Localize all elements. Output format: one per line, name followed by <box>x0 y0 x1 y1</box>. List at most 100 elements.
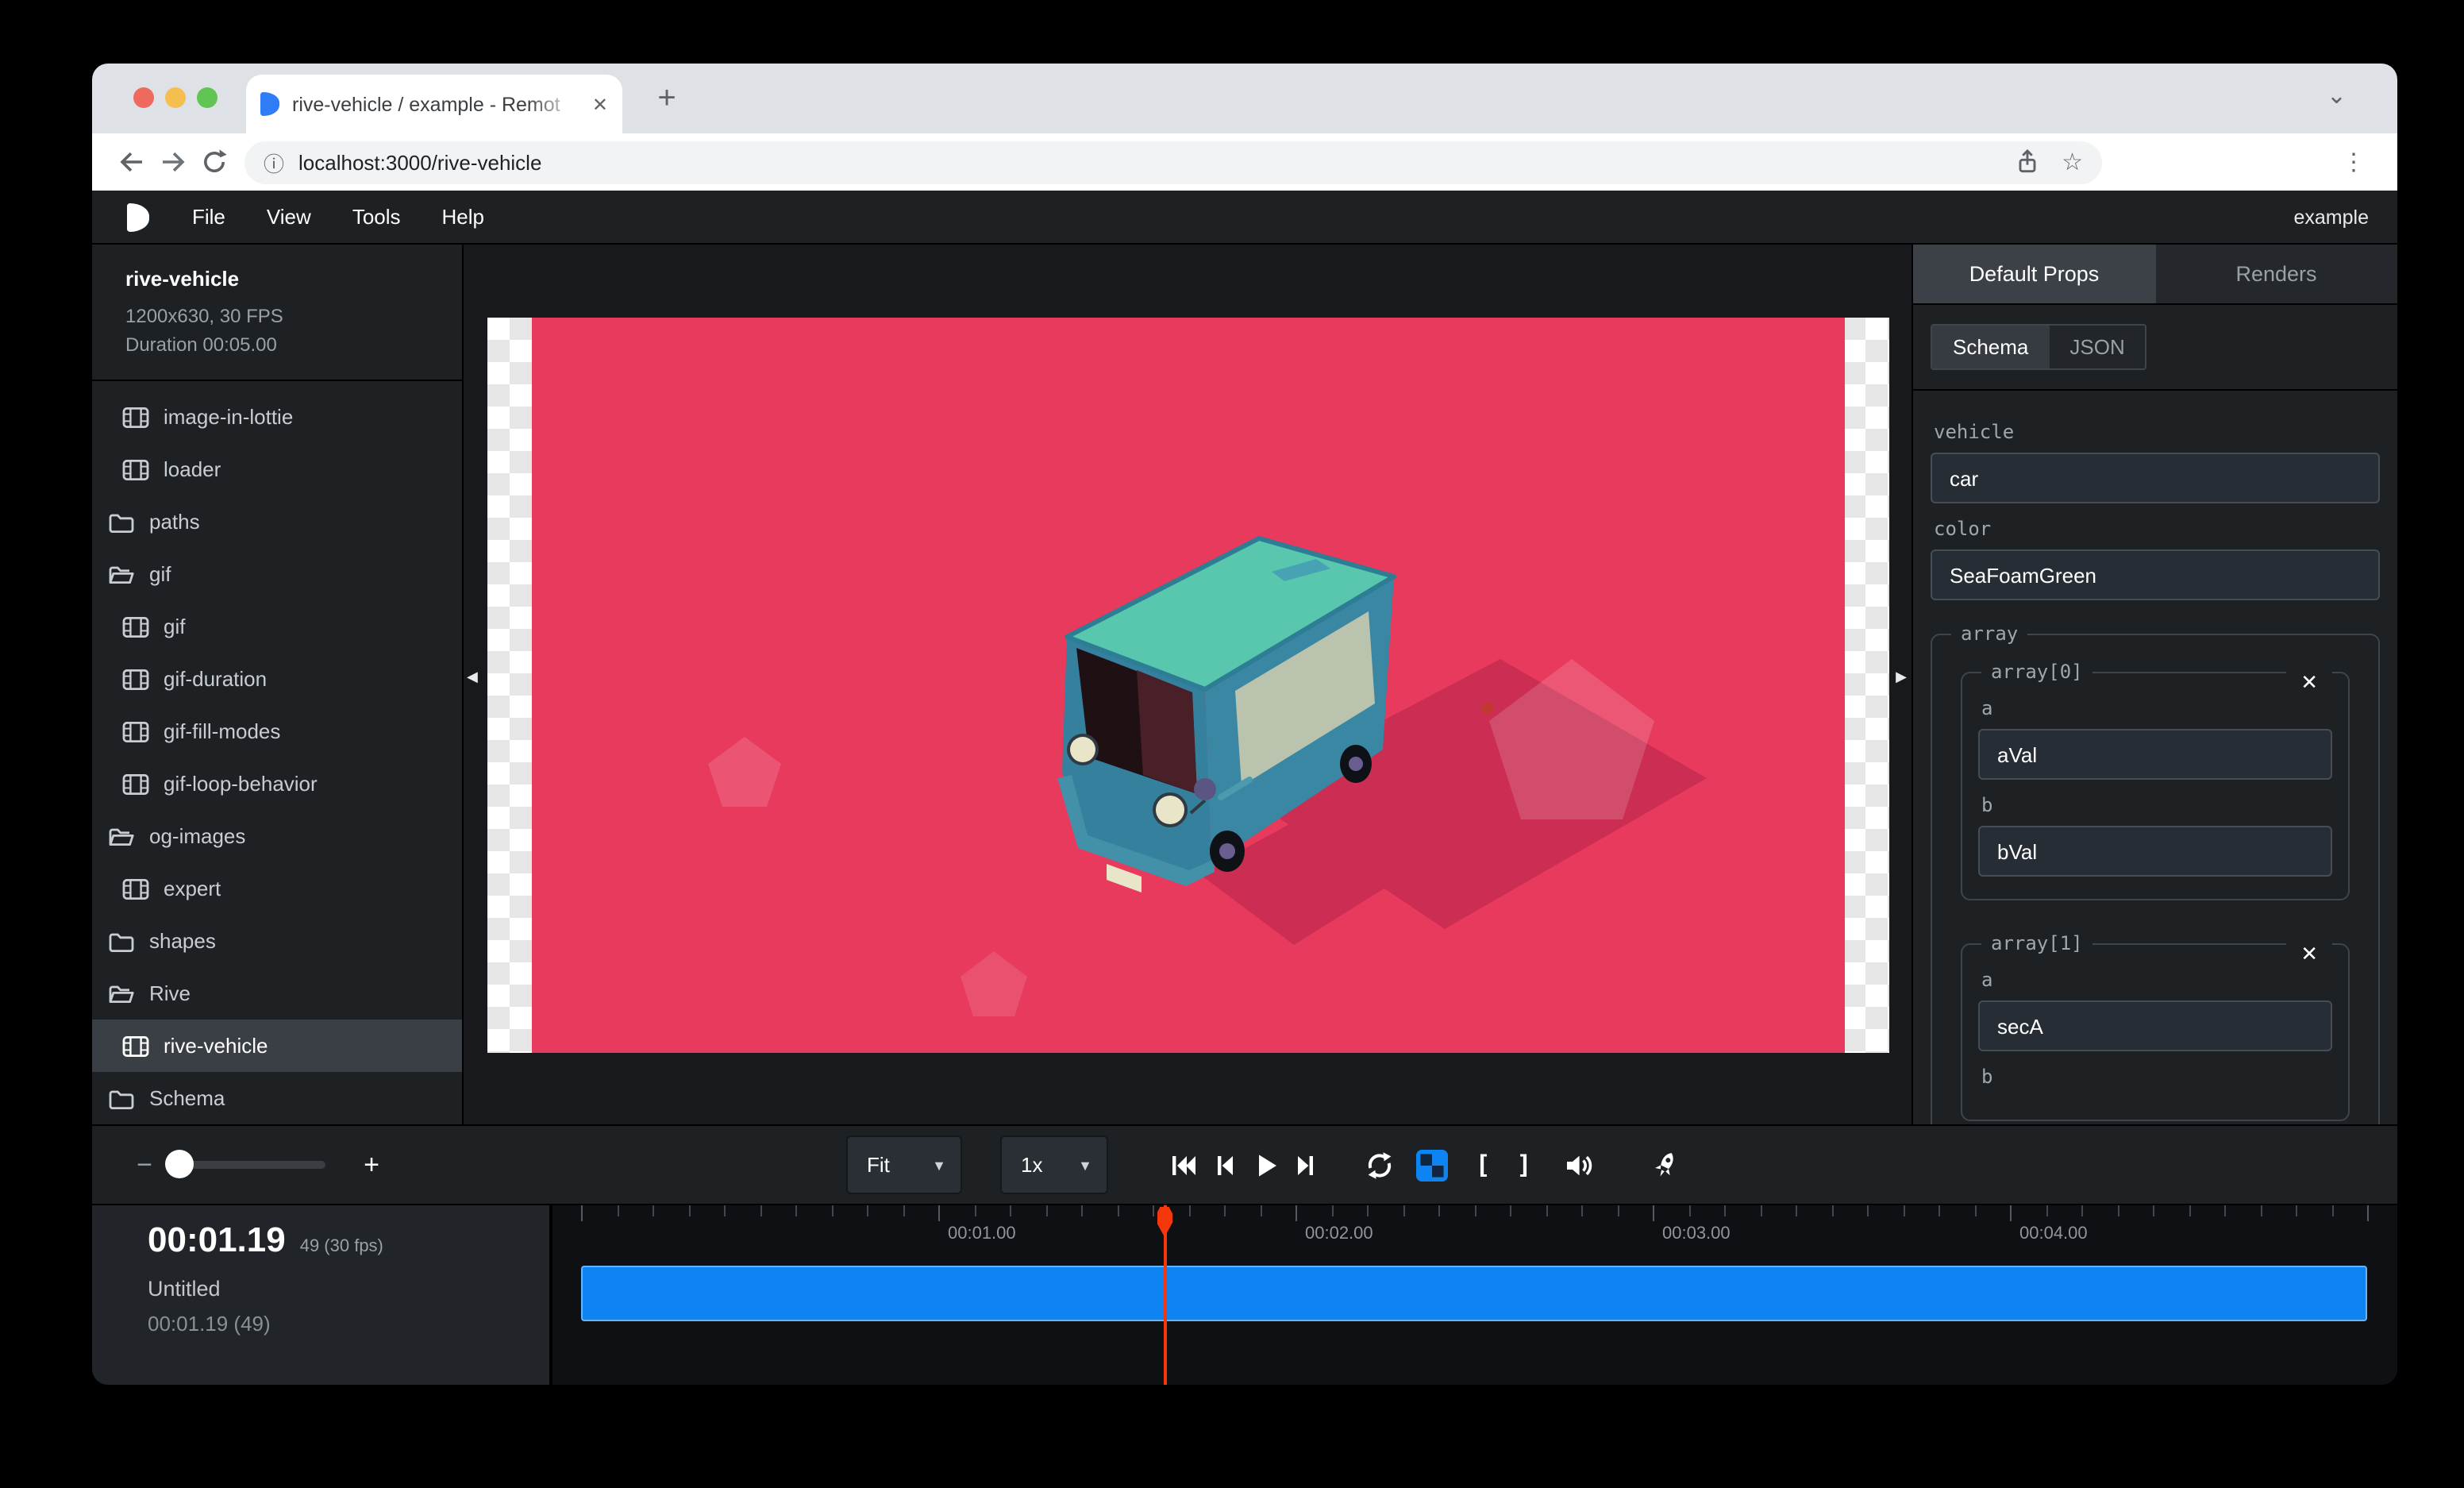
traffic-light-minimize[interactable] <box>165 87 186 108</box>
sidebar-item-label: Rive <box>149 981 191 1005</box>
volume-button[interactable] <box>1561 1149 1599 1181</box>
preview-canvas: ◀ ▶ <box>464 245 1912 1124</box>
ruler-tick <box>1474 1205 1476 1216</box>
menu-tools[interactable]: Tools <box>332 205 422 229</box>
forward-button[interactable] <box>152 141 194 183</box>
browser-menu-icon[interactable]: ⋮ <box>2329 148 2378 176</box>
sidebar-item-image-in-lottie[interactable]: image-in-lottie <box>92 391 462 443</box>
zoom-slider[interactable] <box>167 1161 325 1169</box>
field-input-b[interactable] <box>1978 826 2332 877</box>
playhead-pin[interactable] <box>1157 1207 1172 1237</box>
ruler-tick <box>1260 1205 1261 1216</box>
browser-tab[interactable]: rive-vehicle / example - Remot ✕ <box>246 75 622 133</box>
share-icon[interactable] <box>2006 141 2047 183</box>
play-button[interactable] <box>1249 1149 1281 1181</box>
composition-duration: Duration 00:05.00 <box>125 330 462 359</box>
sidebar-item-gif[interactable]: gif <box>92 600 462 653</box>
zoom-out-button[interactable]: − <box>127 1149 162 1181</box>
sidebar-item-gif-duration[interactable]: gif-duration <box>92 653 462 705</box>
ruler-tick <box>1581 1205 1583 1216</box>
sidebar-item-Rive[interactable]: Rive <box>92 967 462 1020</box>
field-label: a <box>1981 969 2329 991</box>
sidebar-item-Schema[interactable]: Schema <box>92 1072 462 1124</box>
ruler-tick <box>903 1205 904 1216</box>
reload-button[interactable] <box>194 141 235 183</box>
previous-frame-button[interactable] <box>1208 1149 1240 1181</box>
sidebar-item-rive-vehicle[interactable]: rive-vehicle <box>92 1020 462 1072</box>
screen: rive-vehicle / example - Remot ✕ + ⌄ ⓘ l… <box>0 0 2464 1488</box>
ruler-tick <box>867 1205 868 1216</box>
folder-open-icon <box>108 563 135 585</box>
props-form: vehicle color array array[0]✕abarray[1]✕… <box>1913 391 2397 1124</box>
tab-close-icon[interactable]: ✕ <box>592 93 608 115</box>
props-panel: Default Props Renders Schema JSON vehicl… <box>1912 245 2397 1124</box>
sidebar-item-expert[interactable]: expert <box>92 862 462 915</box>
sidebar-item-paths[interactable]: paths <box>92 495 462 548</box>
back-button[interactable] <box>111 141 152 183</box>
browser-tab-strip: rive-vehicle / example - Remot ✕ + ⌄ <box>92 64 2397 133</box>
current-frame-info: 49 (30 fps) <box>300 1237 383 1256</box>
sidebar-item-og-images[interactable]: og-images <box>92 810 462 862</box>
traffic-light-close[interactable] <box>133 87 154 108</box>
render-rocket-button[interactable] <box>1650 1149 1681 1181</box>
sidebar-item-loader[interactable]: loader <box>92 443 462 495</box>
array-item-1: array[1]✕ab <box>1961 932 2350 1121</box>
tab-search-chevron-icon[interactable]: ⌄ <box>2327 81 2347 110</box>
loop-button[interactable] <box>1364 1149 1396 1181</box>
collapse-left-panel-icon[interactable]: ◀ <box>467 665 478 688</box>
collapse-right-panel-icon[interactable]: ▶ <box>1896 665 1907 688</box>
remotion-logo-icon[interactable] <box>127 202 149 231</box>
menu-view[interactable]: View <box>246 205 332 229</box>
remove-array-item-icon[interactable]: ✕ <box>2286 940 2332 969</box>
composition-title: rive-vehicle <box>125 267 462 291</box>
tab-renders[interactable]: Renders <box>2155 245 2397 303</box>
folder-icon <box>108 1087 135 1109</box>
skip-to-start-button[interactable] <box>1167 1149 1199 1181</box>
sidebar-item-gif-fill-modes[interactable]: gif-fill-modes <box>92 705 462 757</box>
zoom-slider-thumb[interactable] <box>165 1150 194 1178</box>
field-label: color <box>1934 518 2377 540</box>
composition-info: rive-vehicle 1200x630, 30 FPS Duration 0… <box>92 245 462 381</box>
traffic-light-zoom[interactable] <box>197 87 218 108</box>
timeline-track[interactable] <box>581 1266 2367 1321</box>
toggle-json[interactable]: JSON <box>2049 326 2145 368</box>
timeline-info-panel: 00:01.1949 (30 fps) Untitled 00:01.19 (4… <box>92 1205 552 1385</box>
film-icon <box>122 720 149 742</box>
url-text[interactable]: localhost:3000/rive-vehicle <box>298 150 1992 174</box>
canvas-size-select[interactable]: Fit ▼ <box>846 1135 962 1194</box>
tab-default-props[interactable]: Default Props <box>1913 245 2155 303</box>
field-input-vehicle[interactable] <box>1931 453 2380 503</box>
field-label: a <box>1981 697 2329 719</box>
site-info-icon[interactable]: ⓘ <box>264 147 284 177</box>
field-input-color[interactable] <box>1931 549 2380 600</box>
url-bar[interactable]: ⓘ localhost:3000/rive-vehicle ☆ <box>244 141 2102 183</box>
set-out-point-button[interactable]: ] <box>1513 1149 1535 1181</box>
ruler-tick <box>2153 1205 2154 1216</box>
transparency-checkerboard-button[interactable] <box>1416 1149 1448 1181</box>
set-in-point-button[interactable]: [ <box>1472 1149 1494 1181</box>
new-tab-button[interactable]: + <box>648 79 686 118</box>
zoom-in-button[interactable]: + <box>354 1149 389 1181</box>
field-input-a[interactable] <box>1978 729 2332 780</box>
sidebar-item-gif[interactable]: gif <box>92 548 462 600</box>
playback-speed-select[interactable]: 1x ▼ <box>1000 1135 1108 1194</box>
bookmark-star-icon[interactable]: ☆ <box>2062 148 2083 176</box>
field-label: b <box>1981 1066 2329 1088</box>
ruler-tick <box>1546 1205 1547 1216</box>
next-frame-button[interactable] <box>1291 1149 1322 1181</box>
timeline-ruler[interactable]: 00:01.0000:02.0000:03.0000:04.00 <box>552 1205 2397 1385</box>
ruler-tick <box>1974 1205 1976 1216</box>
ruler-tick <box>1724 1205 1726 1216</box>
menu-file[interactable]: File <box>171 205 246 229</box>
sidebar-item-label: paths <box>149 510 200 534</box>
menu-help[interactable]: Help <box>422 205 506 229</box>
ruler-tick <box>2331 1205 2333 1216</box>
ruler-tick <box>724 1205 726 1216</box>
remove-array-item-icon[interactable]: ✕ <box>2286 669 2332 697</box>
sidebar-item-shapes[interactable]: shapes <box>92 915 462 967</box>
sidebar-item-gif-loop-behavior[interactable]: gif-loop-behavior <box>92 757 462 810</box>
toggle-schema[interactable]: Schema <box>1932 326 2049 368</box>
film-icon <box>122 668 149 690</box>
field-input-a[interactable] <box>1978 1000 2332 1051</box>
sidebar-item-label: gif-loop-behavior <box>164 772 318 796</box>
